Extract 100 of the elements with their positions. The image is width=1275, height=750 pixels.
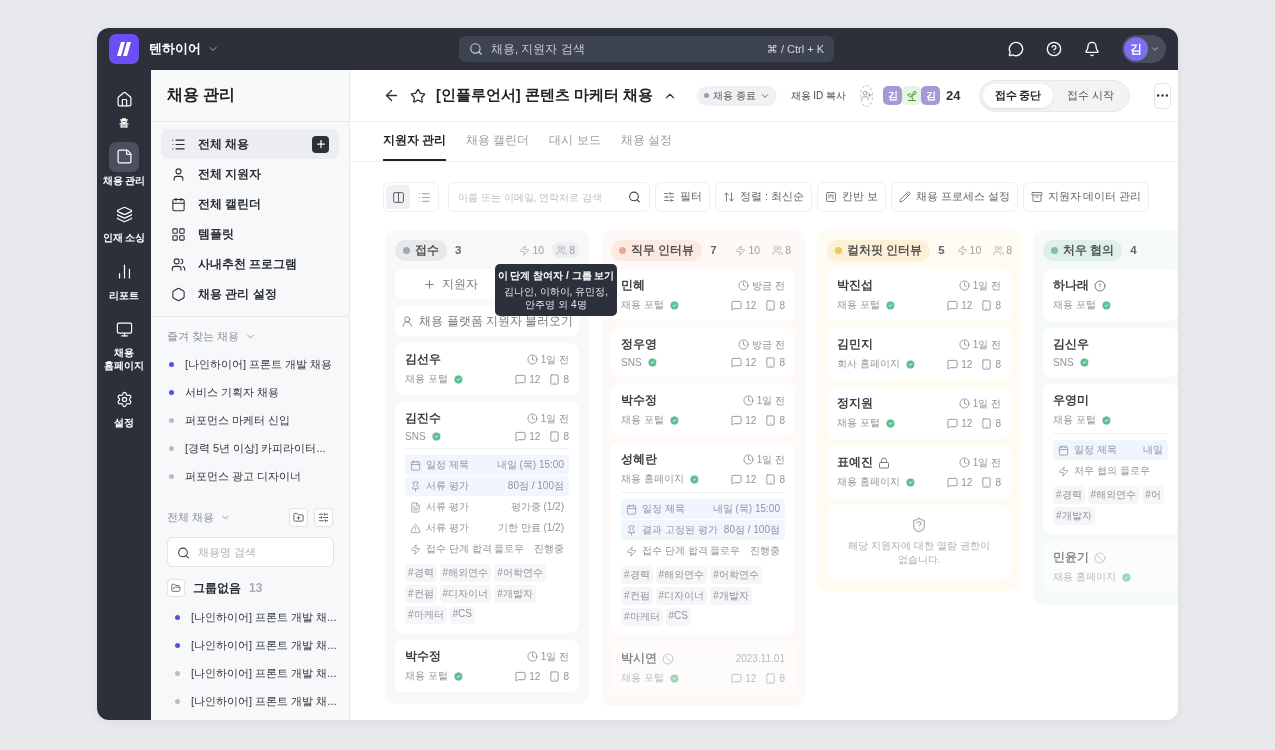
document-count: 8: [995, 417, 1001, 429]
layers-icon: [115, 205, 133, 223]
stage-name: 컬처핏 인터뷰: [847, 242, 923, 258]
rail-item[interactable]: 인재 소싱: [98, 199, 150, 245]
favorite-item[interactable]: 서비스 기획자 채용: [151, 378, 349, 406]
detail-value: 평가중 (1/2): [510, 500, 564, 514]
user-icon: [401, 314, 414, 328]
bolt-icon: [735, 244, 747, 256]
applicant-card[interactable]: 표예진 1일 전 채용 홈페이지 12 8: [827, 446, 1011, 498]
comment-icon: [731, 473, 743, 485]
job-item[interactable]: [나인하이어] 프론트 개발 채...: [151, 603, 349, 631]
toggle-option[interactable]: 접수 시작: [1055, 83, 1127, 108]
clock-icon: [742, 395, 754, 406]
toggle-option[interactable]: 접수 중단: [982, 83, 1054, 108]
favorite-item[interactable]: [경력 5년 이상] 카피라이터...: [151, 434, 349, 462]
detail-value: 내일 (목) 15:00: [496, 458, 564, 472]
rail-item[interactable]: 리포트: [98, 256, 150, 302]
filter-button[interactable]: [314, 508, 333, 527]
applicant-card[interactable]: 정우영 방금 전 SNS 12 8: [611, 328, 795, 377]
stage-name: 처우 협의: [1063, 242, 1115, 258]
favorite-item[interactable]: 퍼포먼스 광고 디자이너: [151, 462, 349, 490]
chat-button[interactable]: [1008, 41, 1024, 57]
comment-count: 12: [745, 414, 757, 426]
notice-text: 해당 지원자에 대한 열람 권한이 없습니다.: [847, 539, 991, 567]
comment-count: 12: [745, 473, 757, 485]
calendar-icon: [1058, 444, 1069, 456]
new-folder-button[interactable]: [289, 508, 308, 527]
nav-item[interactable]: 전체 지원자: [161, 159, 339, 189]
favorite-star-button[interactable]: [410, 87, 426, 104]
profile-button[interactable]: 김: [1122, 35, 1166, 63]
comment-count: 12: [961, 358, 973, 370]
notification-button[interactable]: [1084, 41, 1100, 57]
toolbar-button[interactable]: 필터: [655, 182, 710, 212]
document-icon: [549, 431, 561, 442]
applicant-card[interactable]: 하나래 채용 포털: [1043, 269, 1178, 321]
document-icon: [410, 501, 421, 513]
applicant-card[interactable]: 박수정 1일 전 채용 포털 12 8: [611, 384, 795, 436]
nav-item[interactable]: 템플릿: [161, 219, 339, 249]
star-icon: [410, 87, 426, 104]
toolbar-button[interactable]: 칸반 보: [816, 182, 886, 212]
view-button[interactable]: [386, 185, 410, 209]
applicant-card[interactable]: 민윤기 채용 홈페이지: [1043, 541, 1178, 593]
rail-item[interactable]: 홈: [98, 84, 150, 130]
applicant-time: 1일 전: [540, 352, 569, 367]
toolbar-button[interactable]: 정렬 : 최신순: [715, 182, 812, 212]
member-total: 24: [946, 88, 961, 103]
detail-value: 80점 / 100점: [507, 479, 564, 493]
applicant-name: 정우영: [621, 337, 657, 352]
applicant-card[interactable]: 김선우 1일 전 채용 포털 12 8: [395, 343, 579, 395]
favorite-item[interactable]: [나인하이어] 프론트 개발 채용: [151, 350, 349, 378]
workspace-switcher[interactable]: 텐하이어: [149, 40, 219, 58]
document-icon: [549, 670, 561, 682]
applicant-card[interactable]: 박수정 1일 전 채용 포털 12 8: [395, 640, 579, 692]
favorite-item[interactable]: 퍼포먼스 마케터 신입: [151, 406, 349, 434]
applicant-card[interactable]: 김신우 SNS: [1043, 328, 1178, 377]
comment-count: 12: [529, 373, 541, 385]
hexagon-icon: [171, 286, 186, 302]
comment-icon: [731, 672, 743, 684]
job-item[interactable]: [나인하이어] 프론트 개발 채...: [151, 687, 349, 715]
applicant-card[interactable]: 김민지 1일 전 회사 홈페이지 12 8: [827, 328, 1011, 380]
applicant-card[interactable]: 성혜란 1일 전 채용 홈페이지 12 8 일정 제목 내일 (목) 15:00 결과 고정된 평가 80점 / 100점 접수 단계 합격 플로우 진행중 #경력 #해외연수 #어학연수 #컨펌 #디자이너 #개발자 #마케터 #CS: [611, 443, 795, 635]
filter-icon: [663, 191, 675, 203]
job-item[interactable]: [나인하이어] 프론트 개발 채...: [151, 659, 349, 687]
more-button[interactable]: [1154, 82, 1172, 109]
group-count: 13: [249, 581, 263, 595]
back-button[interactable]: [383, 87, 400, 104]
comment-icon: [947, 358, 959, 370]
search-field[interactable]: 채용명 검색: [167, 537, 334, 567]
clock-icon: [738, 339, 750, 350]
status-dropdown[interactable]: 채용 종료: [696, 85, 777, 106]
comment-icon: [731, 357, 743, 368]
tab[interactable]: 지원자 관리: [383, 122, 447, 161]
toolbar-button[interactable]: 채용 프로세스 설정: [890, 182, 1018, 212]
nav-item[interactable]: 전체 채용: [161, 129, 339, 159]
grid-icon: [171, 226, 186, 242]
pencil-icon: [898, 191, 911, 203]
stage-count: 5: [938, 244, 945, 256]
detail-label: 일정 제목: [426, 458, 470, 472]
search-icon: [628, 190, 641, 204]
toolbar-button[interactable]: 지원자 데이터 관리: [1022, 182, 1150, 212]
detail-label: 결과 고정된 평가: [642, 523, 719, 537]
detail-label: 접수 단계 합격 플로우: [642, 544, 742, 558]
applicant-card[interactable]: 정지원 1일 전 채용 포털 12 8: [827, 387, 1011, 439]
copy-id-button[interactable]: 채용 ID 복사: [786, 88, 851, 103]
applicant-card[interactable]: 김진수 1일 전 SNS 12 8 일정 제목 내일 (목) 15:00 서류 평가 80점 / 100점 서류 평가 평가중 (1/2) 서류 평가 기한 만료 (1/2) 접수 단계 합격 플로우 진행중 #경력 #해외연수 #어학연수 #컨펌 #디자이너 #개발자 #마케터 #CS: [395, 402, 579, 633]
global-search-field[interactable]: 채용, 지원자 검색 ⌘ / Ctrl + K: [459, 36, 834, 62]
rail-item[interactable]: 설정: [98, 384, 150, 430]
applicant-card[interactable]: 박시연 2023.11.01 채용 포털 12 8: [611, 642, 795, 694]
applicant-card[interactable]: 박진섭 1일 전 채용 포털 12 8: [827, 269, 1011, 321]
rail-item[interactable]: 채용 홈페이지: [98, 314, 150, 372]
nav-item[interactable]: 사내추천 프로그램: [161, 249, 339, 279]
job-item[interactable]: [나인하이어] 프론트 개발 채...: [151, 631, 349, 659]
help-button[interactable]: [1046, 41, 1062, 57]
nav-item[interactable]: 전체 캘린더: [161, 189, 339, 219]
rail-item[interactable]: 채용 관리: [98, 141, 150, 187]
detail-label: 일정 제목: [1074, 443, 1118, 457]
detail-label: 일정 제목: [642, 502, 686, 516]
applicant-card[interactable]: 우영미 채용 포털 일정 제목 내일 처우 협의 플로우 #경력 #해외연수 #어 #개발자: [1043, 384, 1178, 534]
applicant-search-field[interactable]: 이름 또는 이메일, 연락처로 검색: [448, 182, 650, 212]
nav-item[interactable]: 채용 관리 설정: [161, 279, 339, 309]
